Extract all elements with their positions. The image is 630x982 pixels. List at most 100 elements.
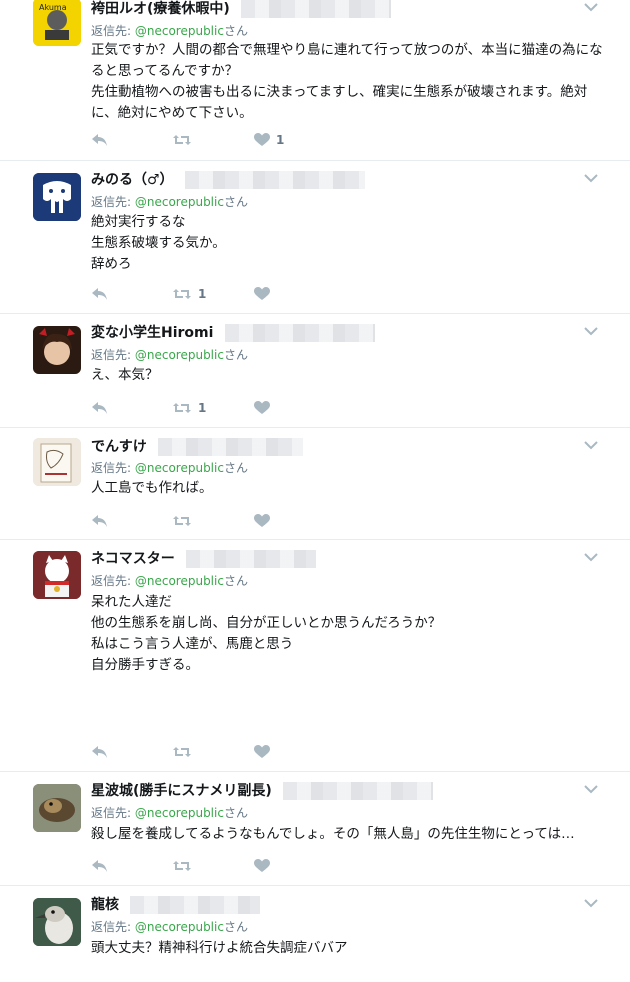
tweet-text-line: 他の生態系を崩し尚、自分が正しいとか思うんだろうか？ [91, 615, 442, 631]
reply-to-handle[interactable]: @necorepublic [135, 24, 224, 38]
chevron-down-icon[interactable] [584, 2, 598, 12]
retweet-icon [173, 135, 191, 145]
like-button[interactable] [254, 512, 276, 530]
heart-icon [254, 514, 270, 527]
tweet-actions: 1 [91, 285, 391, 303]
reply-to-suffix: さん [223, 348, 248, 362]
tweet-text-line: 人工島でも作れば。 [91, 480, 213, 496]
chevron-down-icon[interactable] [584, 784, 598, 794]
avatar[interactable] [33, 784, 81, 832]
heart-icon [254, 287, 270, 300]
blurred-handle [224, 323, 375, 342]
retweet-icon [173, 747, 191, 757]
retweet-button[interactable]: 1 [172, 285, 206, 303]
reply-to-suffix: さん [223, 806, 248, 820]
like-button[interactable] [254, 743, 276, 761]
chevron-down-icon[interactable] [584, 552, 598, 562]
animal-photo-avatar-icon [33, 784, 81, 832]
bird-avatar-icon [33, 898, 81, 946]
tweet-text: 人工島でも作れば。 [91, 478, 606, 499]
reply-to: 返信先: @necorepublicさん [91, 22, 248, 39]
tweet-actions [91, 512, 391, 530]
reply-to-handle[interactable]: @necorepublic [135, 195, 224, 209]
like-button[interactable] [254, 399, 276, 417]
display-name[interactable]: でんすけ [91, 439, 147, 455]
like-button[interactable]: 1 [254, 131, 284, 149]
like-count: 1 [276, 133, 285, 147]
like-button[interactable] [254, 285, 276, 303]
reply-to: 返信先: @necorepublicさん [91, 193, 248, 210]
tweet-text-line: 正気ですか？人間の都合で無理やり島に連れて行って放つのが、本当に猫達の為になると… [91, 42, 603, 79]
tweet: ネコマスター 返信先: @necorepublicさん 呆れた人達だ 他の生態系… [0, 540, 630, 772]
reply-icon [92, 288, 107, 300]
retweet-count: 1 [198, 401, 207, 415]
display-name[interactable]: ネコマスター [91, 551, 175, 567]
display-name[interactable]: 星波城(勝手にスナメリ副長) [91, 783, 272, 799]
tweet: 星波城(勝手にスナメリ副長) 返信先: @necorepublicさん 殺し屋を… [0, 772, 630, 886]
tweet-text: 頭大丈夫？精神科行けよ統合失調症ババア [91, 938, 606, 959]
reply-to-suffix: さん [223, 461, 248, 475]
chevron-down-icon[interactable] [584, 173, 598, 183]
avatar[interactable] [33, 551, 81, 599]
retweet-button[interactable] [172, 857, 198, 875]
tweet-text: え、本気？ [91, 365, 606, 386]
display-name[interactable]: 変な小学生Hiromi [91, 325, 213, 341]
reply-to-label: 返信先: [91, 195, 135, 209]
blurred-handle [240, 0, 391, 18]
tweet-actions [91, 857, 391, 875]
tweet-text-line: え、本気？ [91, 367, 159, 383]
like-button[interactable] [254, 857, 276, 875]
reply-button[interactable] [91, 399, 114, 417]
display-name[interactable]: 龍核 [91, 897, 119, 913]
reply-to: 返信先: @necorepublicさん [91, 918, 248, 935]
reply-to-handle[interactable]: @necorepublic [135, 806, 224, 820]
tweet-text: 正気ですか？人間の都合で無理やり島に連れて行って放つのが、本当に猫達の為になると… [91, 40, 606, 124]
reply-button[interactable] [91, 512, 114, 530]
tweet-text-line: 絶対実行するな [91, 214, 186, 230]
retweet-icon [173, 861, 191, 871]
heart-icon [254, 745, 270, 758]
retweet-button[interactable]: 1 [172, 399, 206, 417]
retweet-button[interactable] [172, 512, 198, 530]
reply-to-label: 返信先: [91, 574, 135, 588]
tweet-text-line: 辞めろ [91, 256, 132, 272]
avatar[interactable] [33, 173, 81, 221]
tweet-text-line: 自分勝手すぎる。 [91, 657, 199, 673]
reply-button[interactable] [91, 131, 114, 149]
reply-to-suffix: さん [223, 24, 248, 38]
heart-icon [254, 859, 270, 872]
retweet-icon [173, 516, 191, 526]
avatar[interactable] [33, 898, 81, 946]
retweet-button[interactable] [172, 131, 198, 149]
avatar[interactable] [33, 326, 81, 374]
reply-to-label: 返信先: [91, 806, 135, 820]
display-name[interactable]: 袴田ルオ(療養休暇中) [91, 1, 230, 17]
reply-feed: Akuma 袴田ルオ(療養休暇中) 返信先: @necorepublicさん 正… [0, 0, 630, 982]
blurred-handle [157, 437, 303, 456]
reply-to: 返信先: @necorepublicさん [91, 804, 248, 821]
reply-button[interactable] [91, 743, 114, 761]
retweet-icon [173, 289, 191, 299]
reply-to-label: 返信先: [91, 920, 135, 934]
svg-text:Akuma: Akuma [39, 3, 67, 12]
avatar[interactable]: Akuma [33, 0, 81, 46]
chevron-down-icon[interactable] [584, 326, 598, 336]
reply-button[interactable] [91, 857, 114, 875]
reply-button[interactable] [91, 285, 114, 303]
reply-to-handle[interactable]: @necorepublic [135, 920, 224, 934]
reply-to-handle[interactable]: @necorepublic [135, 574, 224, 588]
blurred-handle [185, 549, 316, 568]
reply-to-handle[interactable]: @necorepublic [135, 461, 224, 475]
avatar[interactable] [33, 438, 81, 486]
blurred-handle [130, 895, 261, 914]
retweet-button[interactable] [172, 743, 198, 761]
reply-to-handle[interactable]: @necorepublic [135, 348, 224, 362]
display-name[interactable]: みのる（♂） [91, 172, 174, 188]
reply-to-label: 返信先: [91, 24, 135, 38]
tweet: でんすけ 返信先: @necorepublicさん 人工島でも作れば。 [0, 428, 630, 540]
chevron-down-icon[interactable] [584, 440, 598, 450]
blurred-handle [184, 170, 365, 189]
lucky-cat-avatar-icon [33, 551, 81, 599]
chevron-down-icon[interactable] [584, 898, 598, 908]
sketch-avatar-icon [33, 438, 81, 486]
